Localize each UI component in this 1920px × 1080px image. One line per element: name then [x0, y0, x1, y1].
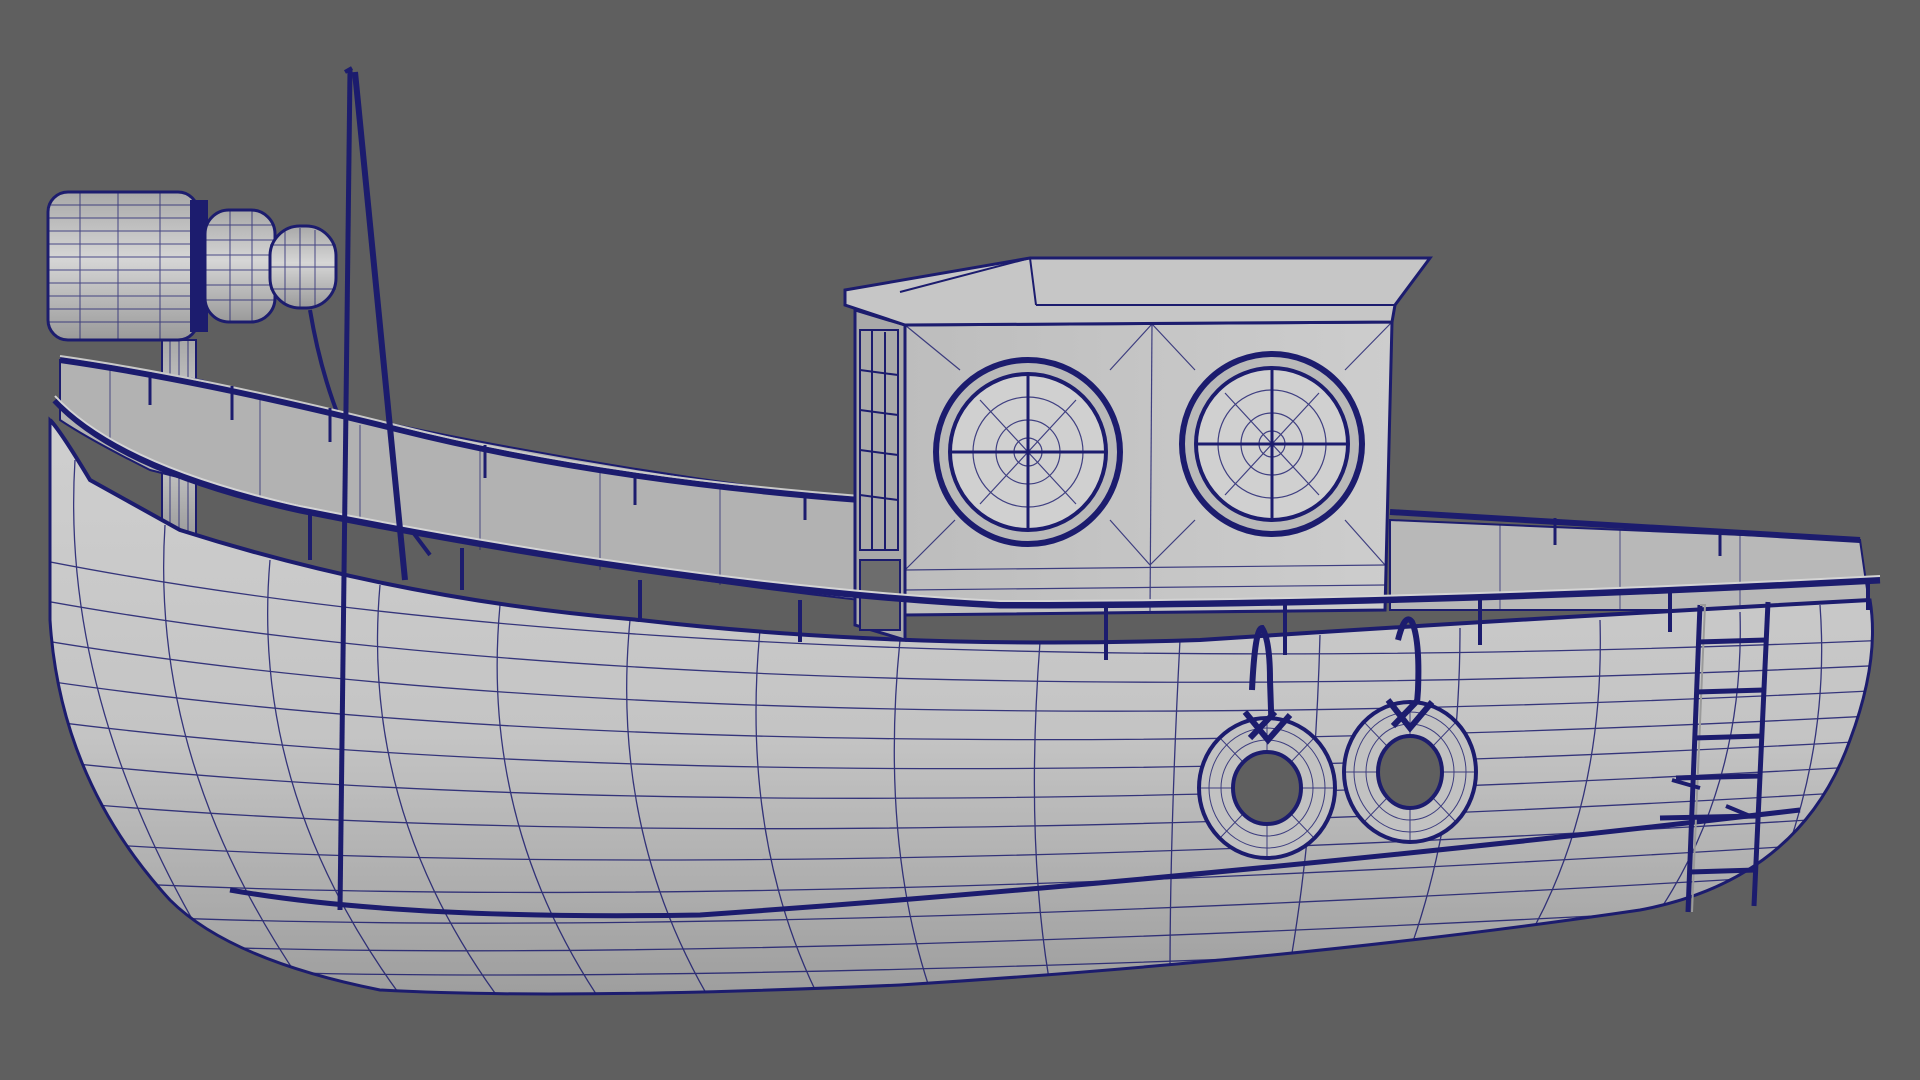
- searchlight-drum: [46, 190, 200, 342]
- 3d-viewport[interactable]: [0, 0, 1920, 1080]
- wheelhouse[interactable]: [843, 256, 1433, 643]
- viewport-canvas[interactable]: [0, 0, 1920, 1080]
- porthole-right: [1179, 351, 1365, 537]
- porthole-left: [933, 357, 1123, 547]
- searchlight-neck: [203, 208, 277, 324]
